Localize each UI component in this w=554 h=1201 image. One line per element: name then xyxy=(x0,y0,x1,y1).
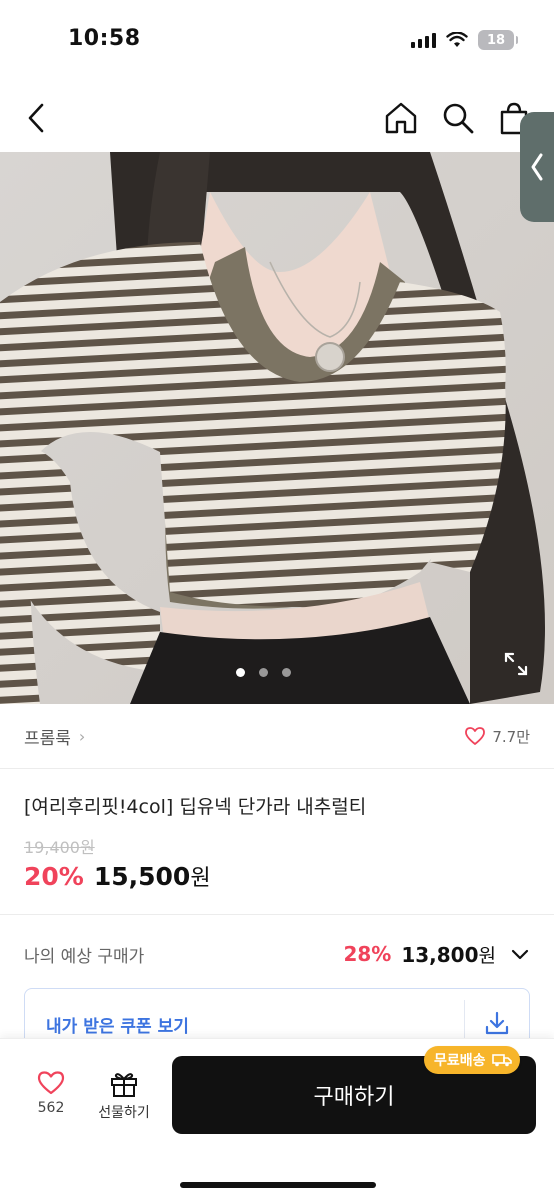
divider xyxy=(0,768,554,769)
expected-discount: 28% xyxy=(343,942,392,966)
expected-price-value: 28% 13,800원 xyxy=(343,941,530,968)
shop-row: 프롬룩 › 7.7만 xyxy=(24,722,530,750)
sale-price-number: 15,500 xyxy=(93,862,191,891)
product-photo xyxy=(0,152,554,704)
home-icon xyxy=(385,102,417,134)
heart-icon xyxy=(465,727,486,745)
like-count: 7.7만 xyxy=(492,727,530,746)
wishlist-count: 562 xyxy=(37,1100,65,1116)
pagination-dot-2[interactable] xyxy=(259,668,268,677)
shop-link[interactable]: 프롬룩 › xyxy=(24,724,85,749)
discount-rate: 20% xyxy=(24,862,84,891)
search-button[interactable] xyxy=(440,100,476,136)
expected-price-label: 나의 예상 구매가 xyxy=(24,946,145,967)
expected-price-number: 13,800 xyxy=(401,942,479,967)
free-shipping-badge: 무료배송 xyxy=(424,1046,520,1074)
battery-indicator: 18 xyxy=(478,30,518,50)
download-icon xyxy=(485,1011,509,1035)
wishlist-button[interactable]: 562 xyxy=(30,1070,72,1116)
pagination-dot-3[interactable] xyxy=(282,668,291,677)
gift-icon xyxy=(111,1073,137,1097)
expand-image-button[interactable] xyxy=(504,652,528,676)
gift-button[interactable]: 선물하기 xyxy=(92,1070,156,1122)
status-time: 10:58 xyxy=(68,26,141,51)
image-pagination-dots xyxy=(236,668,291,677)
heart-icon xyxy=(37,1071,65,1095)
expected-price-row[interactable]: 나의 예상 구매가 28% 13,800원 xyxy=(24,938,530,970)
sale-price: 15,500원 xyxy=(94,860,211,892)
like-button[interactable]: 7.7만 xyxy=(464,726,530,747)
free-shipping-label: 무료배송 xyxy=(434,1053,486,1069)
original-price: 19,400원 xyxy=(24,838,95,857)
chevron-left-icon xyxy=(28,103,44,133)
expected-price-unit: 원 xyxy=(478,944,496,967)
shop-name: 프롬룩 xyxy=(24,728,71,749)
back-button[interactable] xyxy=(18,100,54,136)
pagination-dot-1[interactable] xyxy=(236,668,245,677)
divider xyxy=(0,914,554,915)
price-row: 20% 15,500원 xyxy=(24,860,211,892)
truck-icon xyxy=(491,1054,512,1067)
expected-price: 13,800원 xyxy=(401,941,496,968)
coupon-view-link[interactable]: 내가 받은 쿠폰 보기 xyxy=(46,1012,189,1037)
cellular-signal-icon xyxy=(411,32,436,48)
home-button[interactable] xyxy=(382,100,420,136)
product-image[interactable] xyxy=(0,152,554,704)
search-icon xyxy=(443,103,474,134)
product-title: [여리후리핏!4col] 딥유넥 단가라 내추럴티 xyxy=(24,796,367,818)
chevron-left-icon xyxy=(531,153,543,181)
home-indicator xyxy=(180,1182,376,1188)
gift-label: 선물하기 xyxy=(98,1105,150,1121)
status-icons: 18 xyxy=(411,30,518,50)
coupon-download-button[interactable] xyxy=(484,1010,510,1036)
sale-price-unit: 원 xyxy=(190,866,211,891)
side-panel-tab[interactable] xyxy=(520,112,554,222)
wifi-icon xyxy=(446,32,468,47)
expand-icon xyxy=(504,652,528,676)
chevron-down-icon[interactable] xyxy=(510,947,530,961)
chevron-right-icon: › xyxy=(78,726,86,746)
